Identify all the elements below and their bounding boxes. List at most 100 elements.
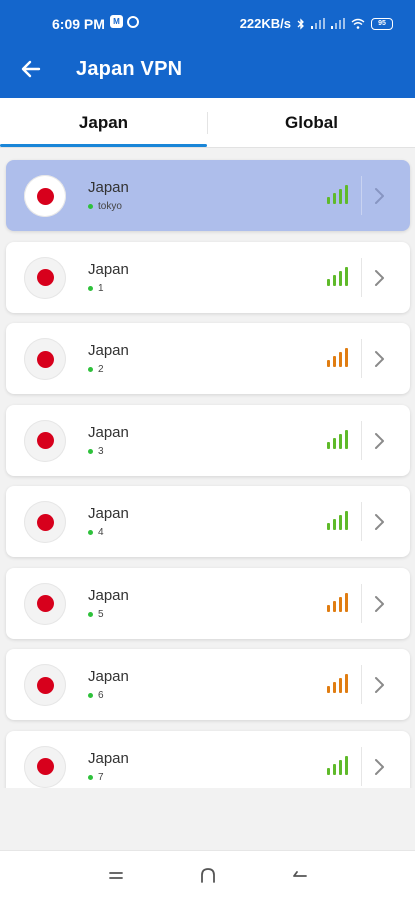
- tab-bar: Japan Global: [0, 98, 415, 148]
- chevron-right-icon[interactable]: [372, 186, 386, 206]
- chevron-right-icon[interactable]: [372, 675, 386, 695]
- signal-bar: [327, 360, 330, 367]
- server-location-label: 5: [98, 608, 104, 620]
- status-time: 6:09 PM: [52, 16, 105, 32]
- server-location: 5: [88, 609, 104, 620]
- server-location: 4: [88, 527, 104, 538]
- japan-flag-icon: [24, 582, 66, 625]
- cell-signal-2-icon: [331, 18, 345, 29]
- signal-bar: [345, 185, 348, 204]
- row-divider: [361, 176, 362, 215]
- wifi-icon: [351, 18, 365, 29]
- server-country: Japan: [88, 423, 129, 441]
- tab-japan[interactable]: Japan: [0, 98, 207, 148]
- server-location: tokyo: [88, 201, 122, 212]
- signal-bar: [327, 278, 330, 286]
- chevron-right-icon[interactable]: [372, 512, 386, 532]
- home-button[interactable]: [196, 863, 220, 887]
- online-dot: [88, 204, 93, 209]
- server-country: Japan: [88, 749, 129, 767]
- japan-flag-icon: [24, 175, 66, 217]
- bluetooth-icon: [297, 17, 304, 30]
- arrow-left-icon: [21, 60, 41, 78]
- server-row[interactable]: Japan 3: [6, 404, 410, 476]
- signal-bar: [339, 352, 342, 367]
- online-dot: [88, 611, 93, 617]
- online-dot: [88, 774, 93, 780]
- japan-flag-icon: [24, 419, 66, 462]
- online-dot: [88, 693, 93, 698]
- signal-bar: [333, 193, 336, 204]
- online-dot: [88, 448, 93, 454]
- server-list[interactable]: Japan tokyo Japan 1 Japan 2 Japan 3 Japan 4 Japan 5…: [0, 148, 415, 788]
- list-footer-space: [0, 788, 415, 850]
- flag-sun: [36, 269, 54, 286]
- signal-bar: [327, 197, 330, 204]
- server-country: Japan: [88, 179, 129, 196]
- japan-flag-icon: [24, 745, 66, 788]
- chevron-right-icon[interactable]: [372, 757, 386, 777]
- japan-flag-icon: [24, 256, 66, 299]
- server-row[interactable]: Japan 6: [6, 649, 410, 720]
- row-divider: [361, 339, 362, 378]
- menu-lines-icon: [109, 872, 123, 879]
- server-country: Japan: [88, 260, 129, 278]
- signal-bars-icon: [327, 266, 348, 286]
- row-divider: [361, 502, 362, 541]
- flag-sun: [36, 187, 54, 205]
- signal-bar: [327, 523, 330, 530]
- flag-sun: [36, 676, 54, 694]
- signal-bar: [339, 270, 342, 286]
- server-country: Japan: [88, 505, 129, 522]
- online-dot: [88, 367, 93, 372]
- signal-bar: [333, 600, 336, 612]
- chevron-right-icon[interactable]: [372, 431, 386, 451]
- chevron-right-icon[interactable]: [372, 594, 386, 614]
- signal-bars-icon: [327, 348, 348, 367]
- signal-bar: [339, 678, 342, 693]
- signal-bar: [339, 596, 342, 612]
- japan-flag-icon: [24, 338, 66, 380]
- chevron-right-icon[interactable]: [372, 349, 386, 369]
- signal-bar: [333, 763, 336, 775]
- page-title: Japan VPN: [76, 58, 183, 80]
- signal-bar: [345, 348, 348, 367]
- signal-bar: [333, 682, 336, 693]
- nav-back-button[interactable]: [288, 863, 312, 887]
- circle-icon: [127, 15, 139, 28]
- back-button[interactable]: [18, 56, 44, 82]
- signal-bar: [345, 511, 348, 530]
- server-row[interactable]: Japan 2: [6, 323, 410, 394]
- signal-bars-icon: [327, 755, 348, 775]
- signal-bar: [339, 189, 342, 204]
- japan-flag-icon: [24, 501, 66, 543]
- signal-bar: [345, 674, 348, 693]
- server-location: 2: [88, 364, 104, 375]
- server-location-label: 1: [98, 282, 104, 294]
- server-location: 6: [88, 690, 104, 701]
- server-country: Japan: [88, 586, 129, 604]
- cell-signal-icon: [311, 18, 325, 29]
- server-row[interactable]: Japan 7: [6, 730, 410, 788]
- server-location-label: 4: [98, 527, 104, 538]
- server-row[interactable]: Japan 5: [6, 567, 410, 639]
- chevron-right-icon[interactable]: [372, 268, 386, 288]
- server-location-label: 2: [98, 364, 104, 375]
- server-row[interactable]: Japan tokyo: [6, 160, 410, 231]
- server-location-label: 7: [98, 771, 104, 783]
- server-row[interactable]: Japan 4: [6, 486, 410, 557]
- signal-bar: [333, 274, 336, 286]
- flag-sun: [36, 595, 54, 612]
- flag-sun: [36, 350, 54, 368]
- server-location-label: tokyo: [98, 201, 122, 212]
- recents-button[interactable]: [104, 863, 128, 887]
- signal-bar: [339, 433, 342, 449]
- tab-global[interactable]: Global: [208, 98, 415, 148]
- battery-icon: 95: [371, 17, 393, 30]
- server-country: Japan: [88, 342, 129, 359]
- server-row[interactable]: Japan 1: [6, 241, 410, 313]
- row-divider: [361, 257, 362, 297]
- status-bar: 6:09 PM M 222KB/s 95: [0, 0, 415, 48]
- signal-bar: [339, 759, 342, 775]
- signal-bar: [327, 686, 330, 693]
